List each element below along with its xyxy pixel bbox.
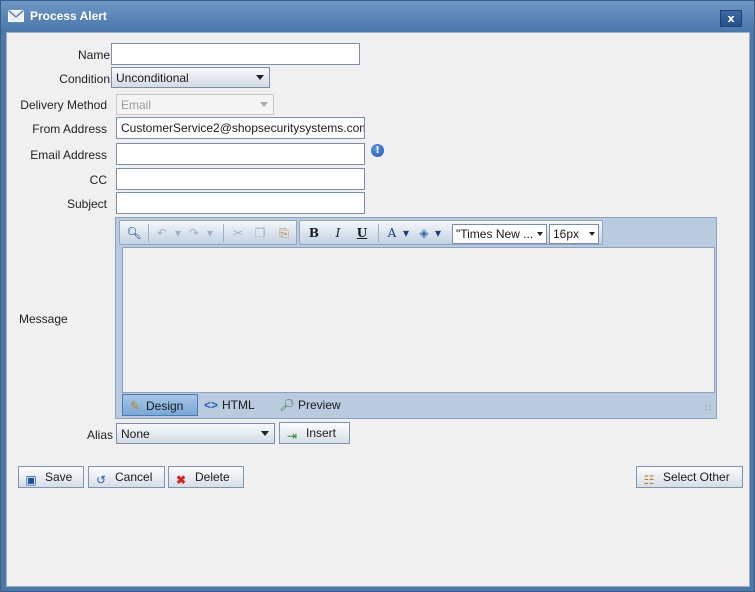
- font-color-dropdown-icon[interactable]: ▾: [398, 225, 414, 241]
- title-bar[interactable]: Process Alert x: [1, 1, 754, 32]
- undo-arrow-icon: ↺: [95, 473, 107, 487]
- delivery-method-label: Delivery Method: [20, 98, 107, 112]
- condition-select[interactable]: Unconditional: [111, 67, 270, 88]
- message-body-editor[interactable]: [122, 247, 715, 393]
- dialog-body: Name Condition Unconditional Delivery Me…: [6, 32, 750, 587]
- delete-button[interactable]: ✖ Delete: [168, 466, 244, 488]
- from-address-label: From Address: [32, 122, 107, 136]
- alias-value: None: [121, 427, 150, 441]
- toolbar-group-edit: 🔍︎ ↶ ▾ ↷ ▾ ✂ ❐ ⎘: [119, 220, 297, 245]
- email-address-input[interactable]: [116, 143, 365, 165]
- select-other-button[interactable]: ☷ Select Other: [636, 466, 743, 488]
- cancel-button[interactable]: ↺ Cancel: [88, 466, 165, 488]
- alias-select[interactable]: None: [116, 423, 275, 444]
- window-title: Process Alert: [30, 9, 107, 23]
- chevron-down-icon: [256, 75, 264, 80]
- delete-x-icon: ✖: [175, 473, 187, 487]
- chevron-down-icon: [537, 232, 543, 236]
- highlight-dropdown-icon[interactable]: ▾: [430, 225, 446, 241]
- find-icon[interactable]: 🔍︎: [126, 225, 142, 241]
- tab-design[interactable]: ✎ Design: [122, 394, 198, 416]
- chevron-down-icon: [261, 431, 269, 436]
- subject-input[interactable]: [116, 192, 365, 214]
- italic-icon[interactable]: I: [330, 225, 346, 241]
- list-select-icon: ☷: [643, 473, 655, 487]
- message-editor: 🔍︎ ↶ ▾ ↷ ▾ ✂ ❐ ⎘ B I U A ▾ ◈ ▾ "Times Ne…: [115, 217, 717, 419]
- redo-dropdown-icon[interactable]: ▾: [202, 225, 218, 241]
- subject-label: Subject: [66, 197, 107, 211]
- delivery-method-select: Email: [116, 94, 274, 115]
- redo-icon[interactable]: ↷: [186, 225, 202, 241]
- delivery-method-value: Email: [121, 98, 152, 112]
- close-icon: x: [727, 12, 735, 25]
- name-input[interactable]: [111, 43, 360, 65]
- message-label: Message: [19, 312, 68, 326]
- cc-input[interactable]: [116, 168, 365, 190]
- process-alert-window: Process Alert x Name Condition Unconditi…: [0, 0, 755, 592]
- font-size-select[interactable]: 16px: [549, 224, 599, 244]
- chevron-down-icon: [589, 232, 595, 236]
- insert-button[interactable]: ⇥ Insert: [279, 422, 350, 444]
- cc-label: CC: [89, 173, 107, 187]
- cut-icon[interactable]: ✂: [230, 225, 246, 241]
- resize-grip-icon[interactable]: ∷: [705, 404, 711, 414]
- paste-icon[interactable]: ⎘: [276, 225, 292, 241]
- font-size-value: 16px: [553, 227, 580, 241]
- envelope-icon: [8, 10, 24, 22]
- bold-icon[interactable]: B: [306, 225, 322, 241]
- underline-icon[interactable]: U: [354, 225, 370, 241]
- magnifier-icon: 🔎︎: [279, 398, 295, 412]
- code-icon: <>: [203, 398, 218, 412]
- font-family-value: "Times New ...: [456, 227, 534, 241]
- name-label: Name: [77, 48, 110, 62]
- alias-label: Alias: [86, 428, 113, 442]
- toolbar-group-format: B I U A ▾ ◈ ▾ "Times New ... 16px: [299, 220, 603, 245]
- from-address-input[interactable]: CustomerService2@shopsecuritysystems.com: [116, 117, 365, 139]
- condition-value: Unconditional: [116, 71, 189, 85]
- undo-icon[interactable]: ↶: [154, 225, 170, 241]
- validation-info-icon[interactable]: !: [371, 144, 384, 157]
- save-button[interactable]: ▣ Save: [18, 466, 84, 488]
- close-button[interactable]: x: [720, 10, 742, 27]
- font-family-select[interactable]: "Times New ...: [452, 224, 547, 244]
- undo-dropdown-icon[interactable]: ▾: [170, 225, 186, 241]
- editor-toolbar: 🔍︎ ↶ ▾ ↷ ▾ ✂ ❐ ⎘ B I U A ▾ ◈ ▾ "Times Ne…: [119, 220, 713, 245]
- editor-mode-bar: ✎ Design <> HTML 🔎︎ Preview ∷: [122, 394, 715, 417]
- tab-html[interactable]: <> HTML: [199, 394, 265, 416]
- floppy-disk-icon: ▣: [25, 473, 37, 487]
- tab-preview[interactable]: 🔎︎ Preview: [275, 394, 355, 416]
- insert-icon: ⇥: [286, 429, 298, 443]
- copy-icon[interactable]: ❐: [252, 225, 268, 241]
- condition-label: Condition: [59, 72, 110, 86]
- chevron-down-icon: [260, 102, 268, 107]
- email-address-label: Email Address: [30, 148, 107, 162]
- pencil-icon: ✎: [129, 399, 141, 413]
